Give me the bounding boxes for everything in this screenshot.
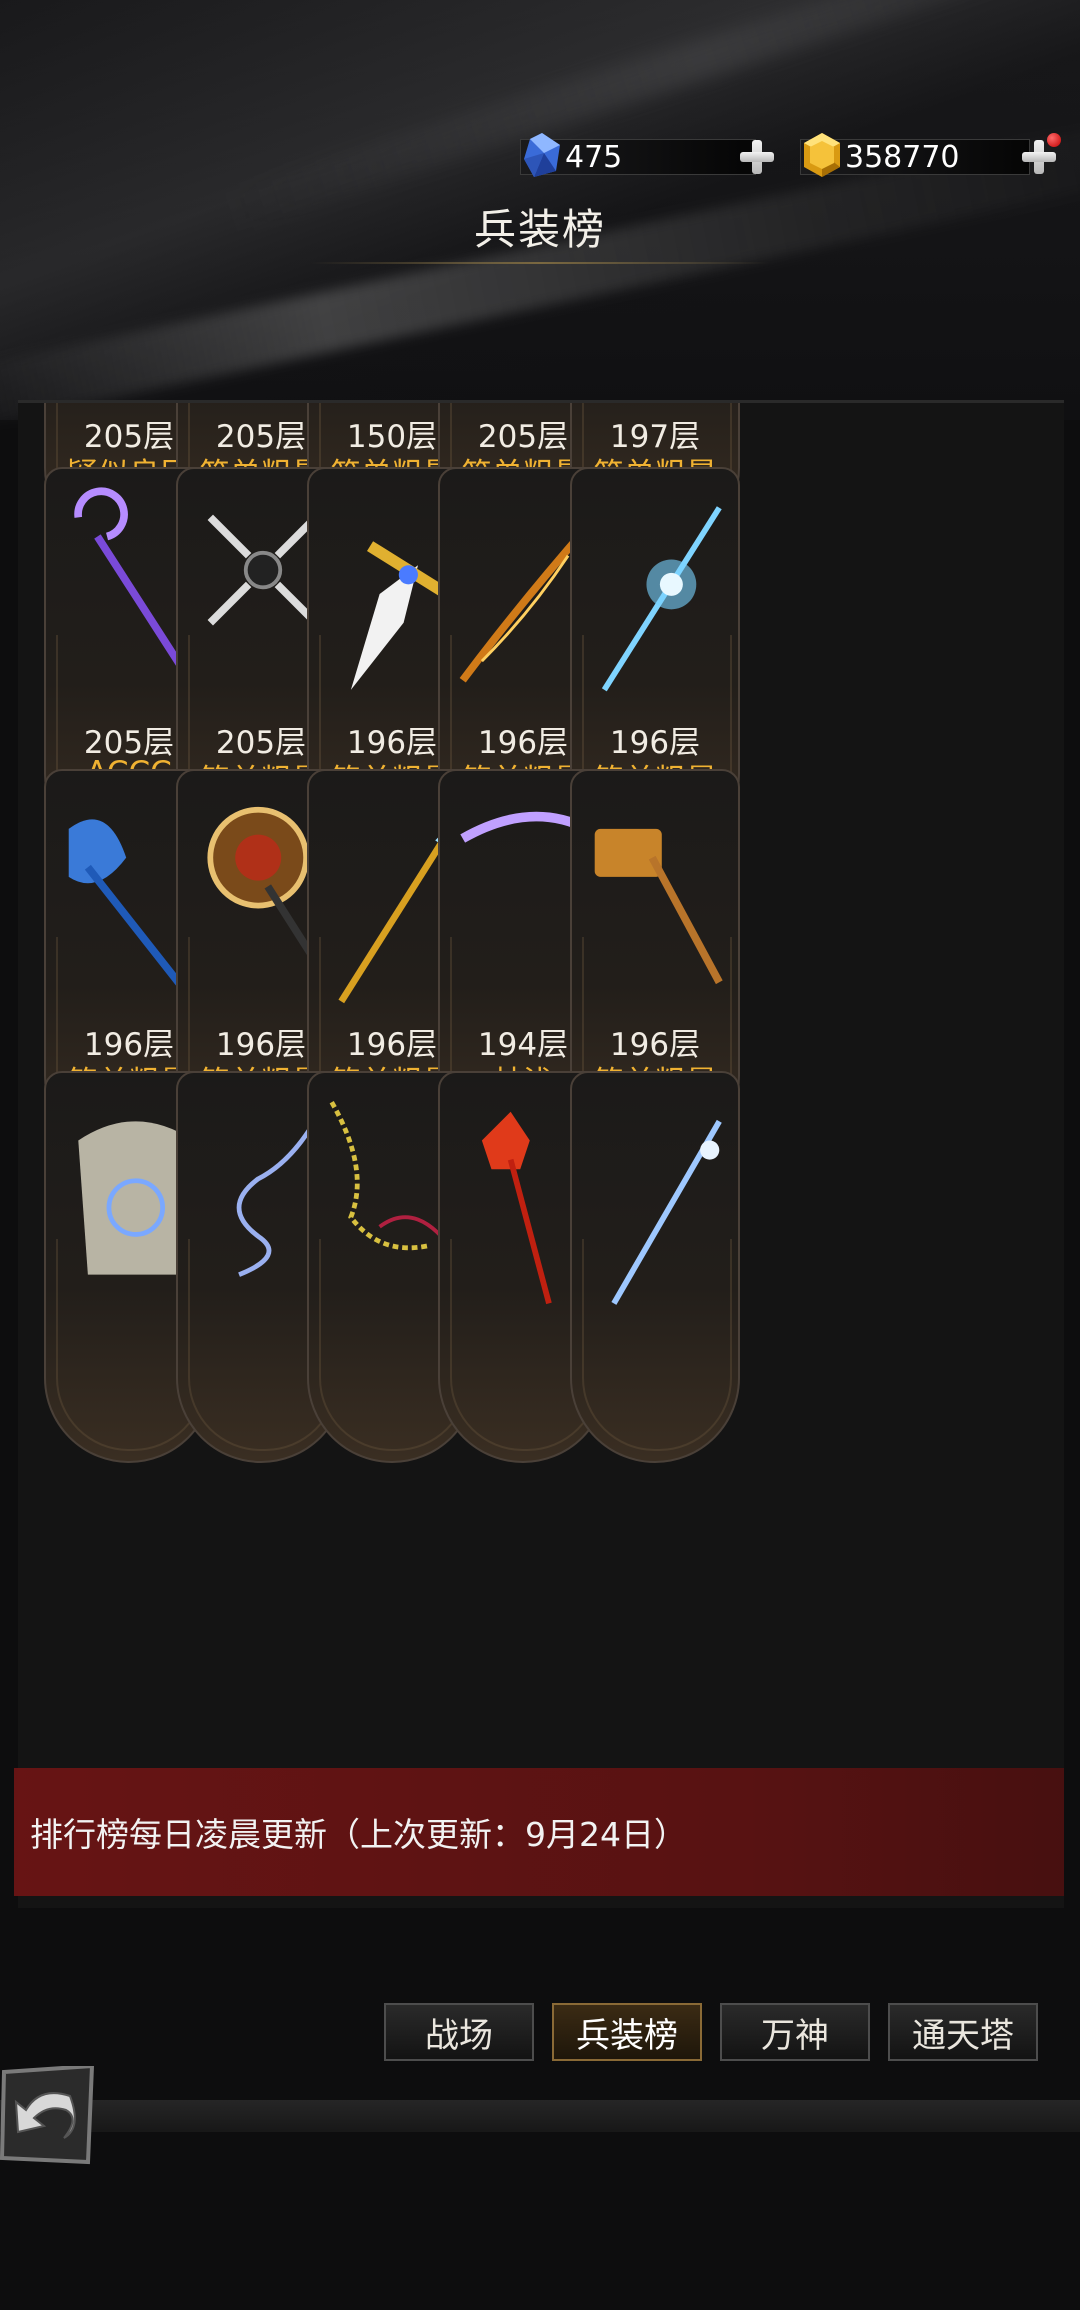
bottom-divider bbox=[0, 2100, 1080, 2132]
bronze-hammer-icon bbox=[594, 828, 723, 985]
add-diamond-button[interactable] bbox=[738, 138, 776, 176]
ice-spear-icon bbox=[601, 506, 722, 692]
tab-battlefield[interactable]: 战场 bbox=[384, 2003, 534, 2061]
bottom-tabs: 战场 兵装榜 万神 通天塔 bbox=[0, 2003, 1080, 2063]
diamond-counter: 475 bbox=[520, 133, 756, 179]
blue-crystal-icon bbox=[524, 133, 560, 177]
ranking-grid: 205层疑似良民205层简单粗暴150层简单粗暴205层简单粗暴197层简单粗暴… bbox=[18, 403, 1064, 1908]
frost-staff-icon bbox=[611, 1119, 722, 1305]
notification-dot bbox=[1047, 133, 1061, 147]
update-notice: 排行榜每日凌晨更新（上次更新：9月24日） bbox=[14, 1768, 1064, 1896]
back-arrow-icon[interactable] bbox=[0, 2066, 98, 2166]
gold-crystal-icon bbox=[804, 133, 840, 177]
weapon-card[interactable] bbox=[570, 1071, 740, 1463]
title-divider bbox=[310, 262, 770, 264]
tab-tower[interactable]: 通天塔 bbox=[888, 2003, 1038, 2061]
tab-weapon-ranking[interactable]: 兵装榜 bbox=[552, 2003, 702, 2061]
page-title: 兵装榜 bbox=[473, 205, 606, 254]
ranking-panel[interactable]: 205层疑似良民205层简单粗暴150层简单粗暴205层简单粗暴197层简单粗暴… bbox=[18, 400, 1064, 1908]
tab-pantheon[interactable]: 万神 bbox=[720, 2003, 870, 2061]
gold-counter: 358770 bbox=[800, 133, 1030, 179]
